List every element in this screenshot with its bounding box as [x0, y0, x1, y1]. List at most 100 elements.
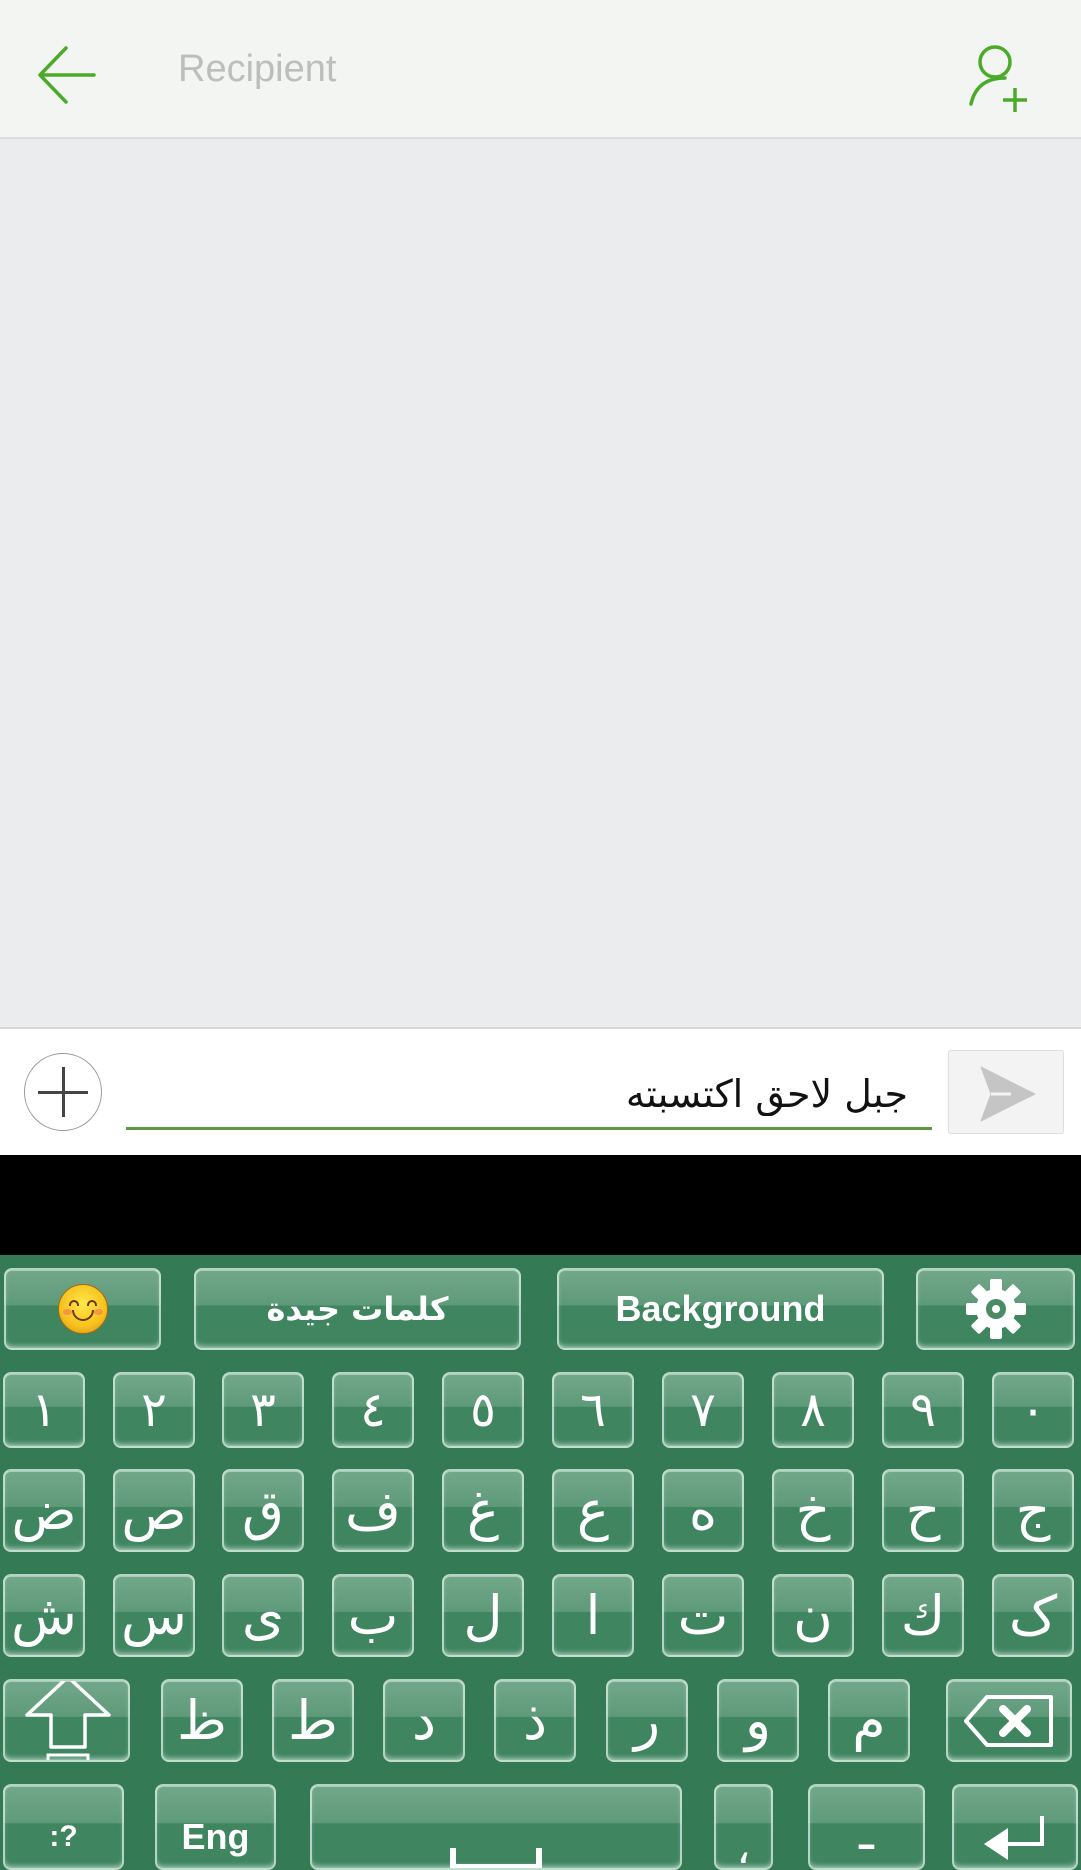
- key-label: ط: [288, 1688, 338, 1752]
- key-row3-1[interactable]: س: [113, 1574, 195, 1657]
- key-row2-8[interactable]: ح: [882, 1469, 964, 1552]
- key-row3-3[interactable]: ب: [332, 1574, 414, 1657]
- key-label: خ: [795, 1478, 831, 1542]
- key-row2-2[interactable]: ق: [222, 1469, 304, 1552]
- key-row2-5[interactable]: ع: [552, 1469, 634, 1552]
- good-words-key[interactable]: كلمات جيدة: [194, 1268, 521, 1350]
- key-number_row-9[interactable]: ٠: [992, 1372, 1074, 1448]
- key-row4-3[interactable]: ذ: [494, 1679, 576, 1762]
- key-label: ٩: [910, 1382, 936, 1438]
- key-number_row-3[interactable]: ٤: [332, 1372, 414, 1448]
- key-number_row-4[interactable]: ٥: [442, 1372, 524, 1448]
- backspace-key[interactable]: [946, 1679, 1072, 1762]
- key-row2-4[interactable]: غ: [442, 1469, 524, 1552]
- key-row2-6[interactable]: ه: [662, 1469, 744, 1552]
- key-label: ب: [347, 1583, 399, 1647]
- back-button[interactable]: [30, 40, 100, 110]
- shift-arrow-icon: [25, 1681, 111, 1760]
- message-input[interactable]: [126, 1060, 932, 1130]
- key-label: ت: [677, 1583, 729, 1647]
- background-key[interactable]: Background: [557, 1268, 884, 1350]
- key-row3-7[interactable]: ن: [772, 1574, 854, 1657]
- attach-button[interactable]: [24, 1053, 102, 1131]
- key-number_row-1[interactable]: ٢: [113, 1372, 195, 1448]
- key-label: ف: [345, 1478, 401, 1542]
- key-row3-9[interactable]: ک: [992, 1574, 1074, 1657]
- key-label: ق: [242, 1478, 284, 1542]
- key-label: ن: [793, 1583, 833, 1647]
- key-label: ل: [463, 1583, 503, 1647]
- good-words-label: كلمات جيدة: [266, 1290, 449, 1328]
- key-label: ض: [11, 1478, 77, 1542]
- key-number_row-0[interactable]: ١: [3, 1372, 85, 1448]
- dash-key[interactable]: ـ: [808, 1784, 925, 1870]
- key-row4-5[interactable]: و: [717, 1679, 799, 1762]
- keyboard-spacer: [0, 1155, 1081, 1255]
- key-number_row-7[interactable]: ٨: [772, 1372, 854, 1448]
- key-row3-5[interactable]: ا: [552, 1574, 634, 1657]
- key-label: غ: [466, 1478, 500, 1542]
- key-row2-3[interactable]: ف: [332, 1469, 414, 1552]
- key-row2-9[interactable]: ج: [992, 1469, 1074, 1552]
- space-key[interactable]: [310, 1784, 682, 1870]
- key-label: ٥: [470, 1382, 496, 1438]
- key-row3-2[interactable]: ى: [222, 1574, 304, 1657]
- key-label: ٨: [800, 1382, 826, 1438]
- key-row4-1[interactable]: ط: [272, 1679, 354, 1762]
- key-row4-0[interactable]: ظ: [161, 1679, 243, 1762]
- key-row2-7[interactable]: خ: [772, 1469, 854, 1552]
- key-row2-1[interactable]: ص: [113, 1469, 195, 1552]
- key-row3-4[interactable]: ل: [442, 1574, 524, 1657]
- key-label: ك: [900, 1583, 946, 1647]
- key-label: ج: [1015, 1478, 1051, 1542]
- add-contact-button[interactable]: [965, 42, 1037, 114]
- symbols-key[interactable]: :?: [3, 1784, 124, 1870]
- send-arrow-icon: [980, 1066, 1036, 1122]
- key-label: ح: [905, 1478, 941, 1542]
- message-thread: [0, 139, 1081, 1029]
- key-row4-4[interactable]: ر: [606, 1679, 688, 1762]
- enter-key[interactable]: [952, 1784, 1078, 1870]
- language-switch-key[interactable]: Eng: [155, 1784, 276, 1870]
- key-label: ٣: [250, 1382, 276, 1438]
- key-row2-0[interactable]: ض: [3, 1469, 85, 1552]
- smiley-emoji-icon: [57, 1284, 108, 1334]
- key-label: ا: [585, 1583, 601, 1647]
- key-number_row-6[interactable]: ٧: [662, 1372, 744, 1448]
- key-label: ى: [241, 1583, 285, 1647]
- spacebar-icon: [450, 1848, 542, 1868]
- symbols-label: :?: [49, 1820, 78, 1853]
- key-label: ذ: [522, 1688, 548, 1752]
- key-label: ظ: [177, 1688, 227, 1752]
- send-button[interactable]: [948, 1050, 1064, 1134]
- key-label: و: [744, 1688, 772, 1752]
- key-label: ه: [688, 1478, 718, 1542]
- key-row3-6[interactable]: ت: [662, 1574, 744, 1657]
- key-row3-8[interactable]: ك: [882, 1574, 964, 1657]
- key-row4-6[interactable]: م: [828, 1679, 910, 1762]
- key-row4-2[interactable]: د: [383, 1679, 465, 1762]
- key-number_row-8[interactable]: ٩: [882, 1372, 964, 1448]
- comma-label: ،: [736, 1823, 751, 1870]
- key-number_row-5[interactable]: ٦: [552, 1372, 634, 1448]
- enter-icon: [984, 1816, 1044, 1860]
- key-label: س: [121, 1583, 187, 1647]
- backspace-icon: [964, 1694, 1053, 1747]
- key-label: ش: [11, 1583, 77, 1647]
- key-label: ر: [633, 1688, 661, 1752]
- key-label: ١: [31, 1382, 57, 1438]
- key-label: ٢: [141, 1382, 167, 1438]
- shift-key[interactable]: [3, 1679, 130, 1762]
- recipient-field[interactable]: Recipient: [178, 48, 336, 91]
- emoji-key[interactable]: [4, 1268, 161, 1350]
- settings-key[interactable]: [916, 1268, 1075, 1350]
- key-label: ٠: [1020, 1382, 1046, 1438]
- key-label: د: [411, 1688, 437, 1752]
- key-number_row-2[interactable]: ٣: [222, 1372, 304, 1448]
- key-row3-0[interactable]: ش: [3, 1574, 85, 1657]
- arabic-keyboard: كلمات جيدة Background:? Eng ، ـ ١ ٢ ٣ ٤…: [0, 1255, 1081, 1870]
- comma-key[interactable]: ،: [714, 1784, 773, 1870]
- key-label: ع: [576, 1478, 610, 1542]
- gear-icon: [965, 1279, 1026, 1339]
- arrow-left-icon: [38, 46, 96, 104]
